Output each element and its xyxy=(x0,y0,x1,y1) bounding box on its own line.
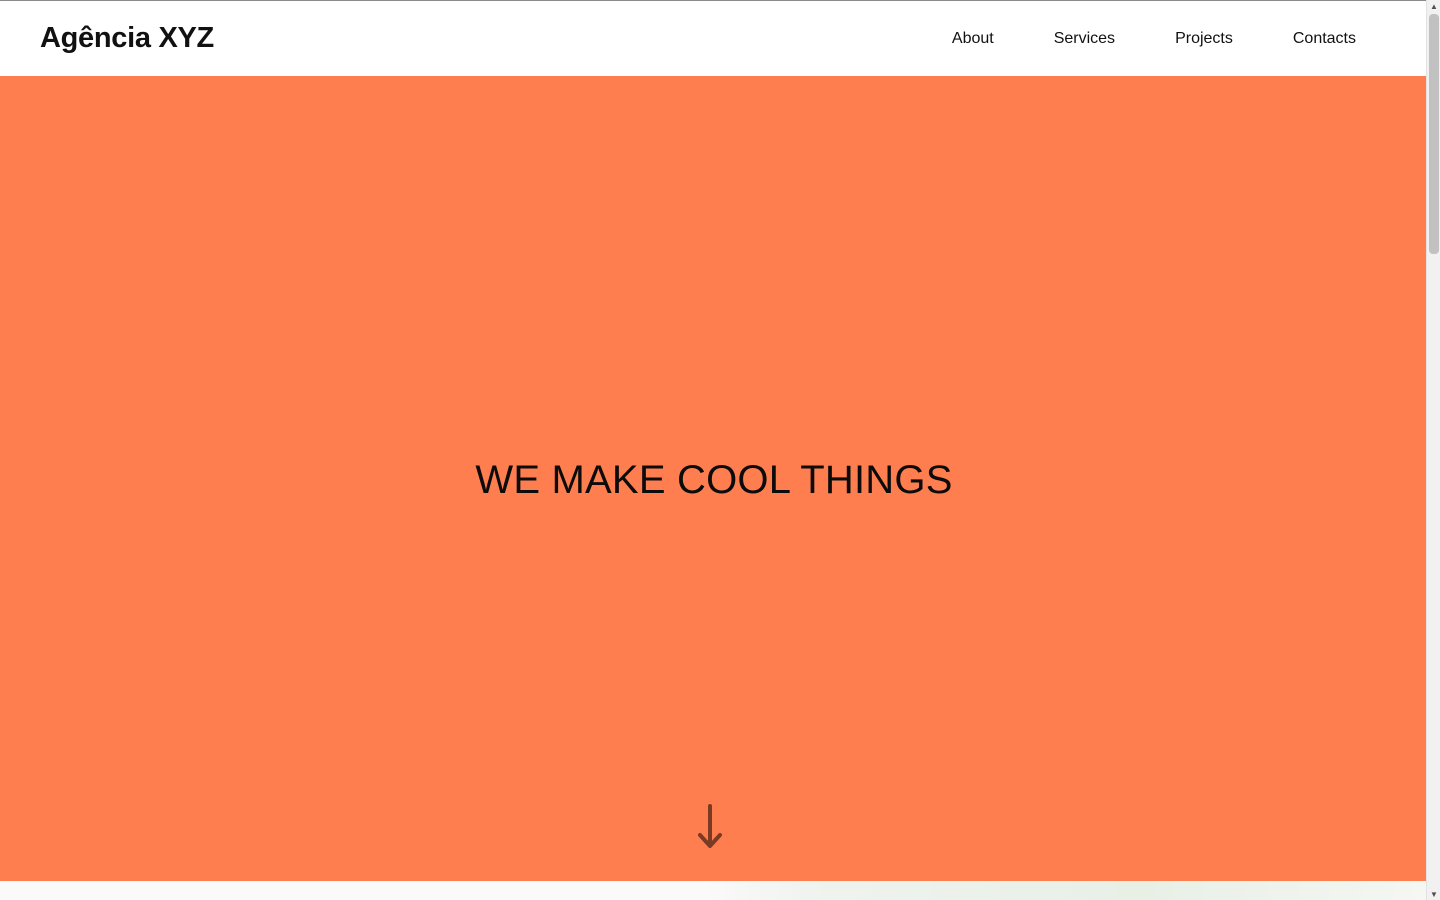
nav-link-about[interactable]: About xyxy=(952,24,994,54)
scrollbar-thumb[interactable] xyxy=(1429,14,1439,254)
hero-title: WE MAKE COOL THINGS xyxy=(475,458,953,502)
browser-viewport: Agência XYZ About Services Projects Cont… xyxy=(0,0,1440,900)
next-section-peek xyxy=(0,881,1426,900)
arrow-down-icon[interactable] xyxy=(697,804,723,850)
vertical-scrollbar[interactable]: ▲ ▼ xyxy=(1426,0,1440,900)
scroll-down-icon[interactable]: ▼ xyxy=(1427,888,1440,900)
hero-section: WE MAKE COOL THINGS xyxy=(0,76,1428,881)
site-logo[interactable]: Agência XYZ xyxy=(40,22,214,55)
nav-link-services[interactable]: Services xyxy=(1054,24,1115,54)
site-header: Agência XYZ About Services Projects Cont… xyxy=(0,0,1426,76)
main-nav: About Services Projects Contacts xyxy=(892,24,1356,54)
page: Agência XYZ About Services Projects Cont… xyxy=(0,0,1428,900)
scroll-up-icon[interactable]: ▲ xyxy=(1427,0,1440,12)
nav-link-projects[interactable]: Projects xyxy=(1175,24,1233,54)
nav-link-contacts[interactable]: Contacts xyxy=(1293,24,1356,54)
